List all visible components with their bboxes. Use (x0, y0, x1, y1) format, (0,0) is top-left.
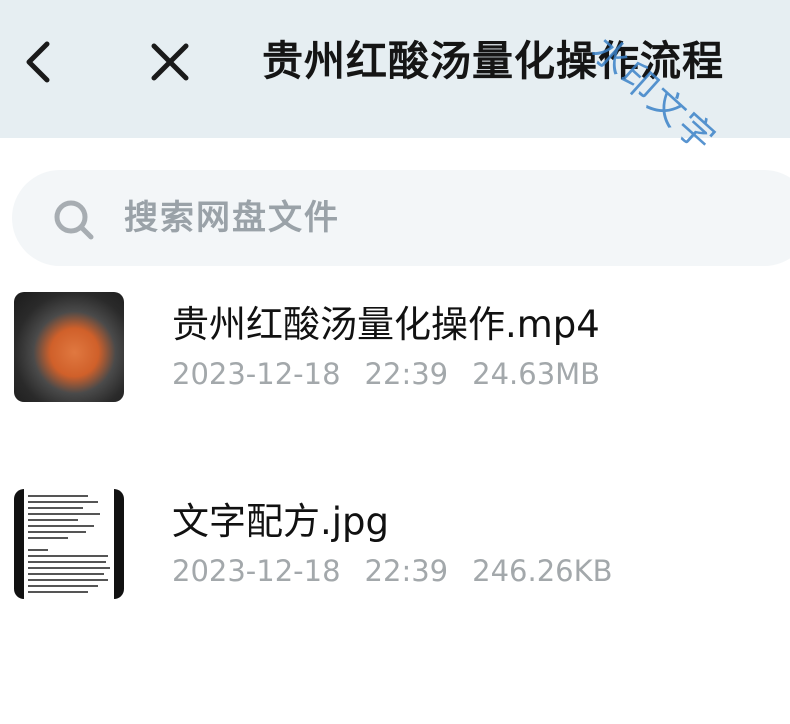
page-title: 贵州红酸汤量化操作流程 (262, 37, 724, 85)
file-name: 贵州红酸汤量化操作.mp4 (172, 303, 600, 346)
file-browser-screen: 贵州红酸汤量化操作流程 水印文字 贵州红酸汤量化操作.mp4 2023-12-1… (0, 0, 790, 724)
document-page-preview (24, 489, 114, 599)
file-date: 2023-12-18 (172, 554, 341, 588)
search-input[interactable] (124, 190, 624, 246)
top-header: 贵州红酸汤量化操作流程 (0, 0, 790, 138)
chevron-left-icon (26, 41, 50, 83)
search-icon (54, 200, 94, 240)
file-time: 22:39 (364, 357, 449, 391)
file-date: 2023-12-18 (172, 357, 341, 391)
file-size: 24.63MB (472, 357, 601, 391)
file-name: 文字配方.jpg (172, 500, 390, 543)
close-button[interactable] (144, 34, 196, 90)
file-meta: 2023-12-18 22:39 246.26KB (172, 553, 637, 589)
file-list-item-video[interactable]: 贵州红酸汤量化操作.mp4 2023-12-18 22:39 24.63MB (0, 278, 790, 428)
file-meta: 2023-12-18 22:39 24.63MB (172, 356, 624, 392)
file-list-item-image[interactable]: 文字配方.jpg 2023-12-18 22:39 246.26KB (0, 475, 790, 625)
document-thumbnail (14, 489, 124, 599)
back-button[interactable] (14, 34, 62, 90)
close-icon (151, 43, 189, 81)
file-time: 22:39 (364, 554, 449, 588)
file-size: 246.26KB (472, 554, 613, 588)
video-thumbnail (14, 292, 124, 402)
search-bar[interactable] (12, 170, 790, 266)
